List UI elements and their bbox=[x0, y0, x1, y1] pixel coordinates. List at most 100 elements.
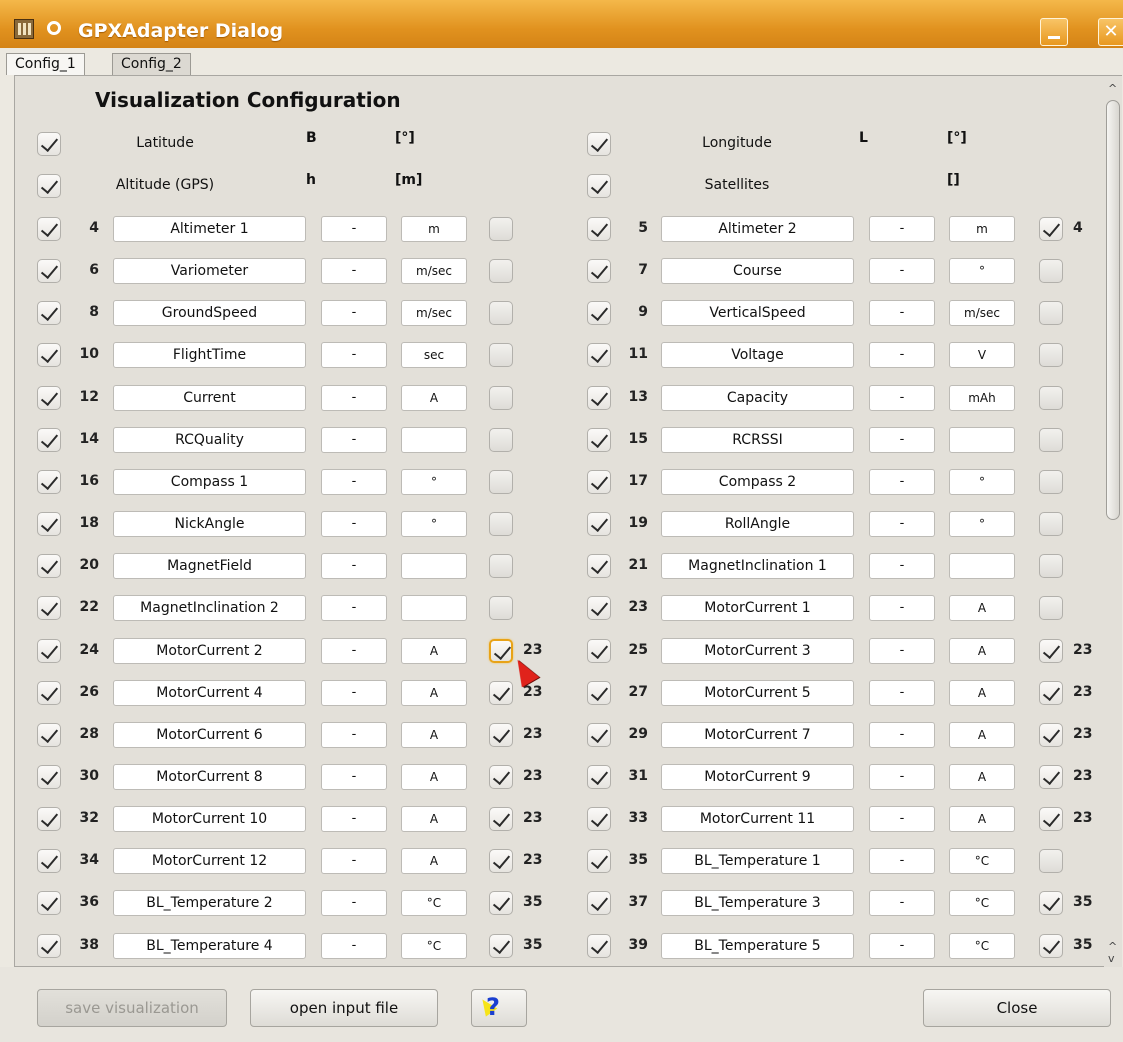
field-name-input[interactable]: MotorCurrent 3 bbox=[661, 637, 854, 664]
group-checkbox[interactable] bbox=[1039, 301, 1063, 326]
visible-checkbox[interactable] bbox=[37, 554, 61, 579]
scroll-down-arrow-icon[interactable]: v bbox=[1108, 952, 1115, 965]
close-window-button[interactable]: ✕ bbox=[1098, 18, 1123, 46]
unit-input[interactable]: ° bbox=[949, 258, 1015, 285]
group-checkbox[interactable] bbox=[1039, 427, 1063, 452]
field-name-input[interactable]: BL_Temperature 1 bbox=[661, 848, 854, 875]
unit-input[interactable]: °C bbox=[949, 932, 1015, 959]
unit-input[interactable]: A bbox=[401, 806, 467, 833]
field-name-input[interactable]: MagnetInclination 1 bbox=[661, 553, 854, 580]
factor-input[interactable]: - bbox=[869, 763, 935, 790]
tab-config-1[interactable]: Config_1 bbox=[6, 53, 85, 75]
factor-input[interactable]: - bbox=[321, 553, 387, 580]
unit-input[interactable]: A bbox=[401, 637, 467, 664]
group-checkbox[interactable] bbox=[1039, 764, 1063, 789]
field-name-input[interactable]: BL_Temperature 4 bbox=[113, 932, 306, 959]
field-name-input[interactable]: MagnetField bbox=[113, 553, 306, 580]
visible-checkbox[interactable] bbox=[587, 469, 611, 494]
unit-input[interactable]: A bbox=[949, 806, 1015, 833]
group-checkbox[interactable] bbox=[1039, 512, 1063, 537]
unit-input[interactable]: A bbox=[949, 721, 1015, 748]
visible-checkbox[interactable] bbox=[37, 132, 61, 156]
field-name-input[interactable]: MotorCurrent 4 bbox=[113, 679, 306, 706]
tab-config-2[interactable]: Config_2 bbox=[112, 53, 191, 75]
group-checkbox[interactable] bbox=[489, 680, 513, 705]
app-icon[interactable] bbox=[14, 19, 34, 39]
visible-checkbox[interactable] bbox=[587, 933, 611, 958]
group-checkbox[interactable] bbox=[1039, 849, 1063, 874]
unit-input[interactable]: A bbox=[401, 848, 467, 875]
group-checkbox[interactable] bbox=[489, 512, 513, 537]
visible-checkbox[interactable] bbox=[587, 638, 611, 663]
visible-checkbox[interactable] bbox=[37, 849, 61, 874]
visible-checkbox[interactable] bbox=[37, 512, 61, 537]
visible-checkbox[interactable] bbox=[587, 680, 611, 705]
field-name-input[interactable]: BL_Temperature 3 bbox=[661, 890, 854, 917]
visible-checkbox[interactable] bbox=[587, 764, 611, 789]
factor-input[interactable]: - bbox=[869, 890, 935, 917]
unit-input[interactable] bbox=[401, 426, 467, 453]
unit-input[interactable]: ° bbox=[949, 511, 1015, 538]
factor-input[interactable]: - bbox=[321, 763, 387, 790]
group-checkbox[interactable] bbox=[489, 554, 513, 579]
visible-checkbox[interactable] bbox=[587, 596, 611, 621]
visible-checkbox[interactable] bbox=[587, 259, 611, 284]
field-name-input[interactable]: RCRSSI bbox=[661, 426, 854, 453]
unit-input[interactable]: °C bbox=[949, 848, 1015, 875]
factor-input[interactable]: - bbox=[321, 932, 387, 959]
factor-input[interactable]: - bbox=[321, 300, 387, 327]
factor-input[interactable]: - bbox=[869, 721, 935, 748]
factor-input[interactable]: - bbox=[321, 806, 387, 833]
group-checkbox[interactable] bbox=[1039, 891, 1063, 916]
unit-input[interactable]: V bbox=[949, 342, 1015, 369]
unit-input[interactable]: A bbox=[401, 763, 467, 790]
visible-checkbox[interactable] bbox=[37, 638, 61, 663]
unit-input[interactable] bbox=[949, 426, 1015, 453]
group-checkbox[interactable] bbox=[489, 259, 513, 284]
factor-input[interactable]: - bbox=[869, 595, 935, 622]
whats-this-help-button[interactable]: ? bbox=[471, 989, 527, 1027]
visible-checkbox[interactable] bbox=[587, 132, 611, 156]
factor-input[interactable]: - bbox=[869, 468, 935, 495]
unit-input[interactable]: °C bbox=[401, 890, 467, 917]
group-checkbox[interactable] bbox=[489, 596, 513, 621]
field-name-input[interactable]: FlightTime bbox=[113, 342, 306, 369]
field-name-input[interactable]: Compass 1 bbox=[113, 468, 306, 495]
factor-input[interactable]: - bbox=[321, 468, 387, 495]
group-checkbox[interactable] bbox=[489, 849, 513, 874]
visible-checkbox[interactable] bbox=[587, 807, 611, 832]
group-checkbox[interactable] bbox=[489, 638, 513, 663]
group-checkbox[interactable] bbox=[1039, 385, 1063, 410]
factor-input[interactable]: - bbox=[321, 679, 387, 706]
factor-input[interactable]: - bbox=[869, 258, 935, 285]
visible-checkbox[interactable] bbox=[37, 427, 61, 452]
unit-input[interactable] bbox=[401, 595, 467, 622]
vertical-scrollbar[interactable]: ^ ^ v bbox=[1104, 80, 1122, 967]
group-checkbox[interactable] bbox=[489, 764, 513, 789]
group-checkbox[interactable] bbox=[1039, 469, 1063, 494]
visible-checkbox[interactable] bbox=[37, 174, 61, 198]
unit-input[interactable] bbox=[949, 553, 1015, 580]
factor-input[interactable]: - bbox=[321, 721, 387, 748]
factor-input[interactable]: - bbox=[321, 848, 387, 875]
visible-checkbox[interactable] bbox=[37, 596, 61, 621]
unit-input[interactable]: m/sec bbox=[401, 300, 467, 327]
field-name-input[interactable]: Current bbox=[113, 384, 306, 411]
unit-input[interactable]: sec bbox=[401, 342, 467, 369]
group-checkbox[interactable] bbox=[1039, 680, 1063, 705]
visible-checkbox[interactable] bbox=[587, 512, 611, 537]
factor-input[interactable]: - bbox=[869, 932, 935, 959]
field-name-input[interactable]: BL_Temperature 5 bbox=[661, 932, 854, 959]
unit-input[interactable]: A bbox=[949, 763, 1015, 790]
field-name-input[interactable]: Altimeter 2 bbox=[661, 216, 854, 242]
factor-input[interactable]: - bbox=[321, 258, 387, 285]
visible-checkbox[interactable] bbox=[37, 722, 61, 747]
visible-checkbox[interactable] bbox=[37, 343, 61, 368]
factor-input[interactable]: - bbox=[321, 342, 387, 369]
factor-input[interactable]: - bbox=[321, 637, 387, 664]
unit-input[interactable]: A bbox=[949, 679, 1015, 706]
unit-input[interactable]: A bbox=[949, 637, 1015, 664]
group-checkbox[interactable] bbox=[489, 385, 513, 410]
visible-checkbox[interactable] bbox=[37, 469, 61, 494]
field-name-input[interactable]: BL_Temperature 2 bbox=[113, 890, 306, 917]
